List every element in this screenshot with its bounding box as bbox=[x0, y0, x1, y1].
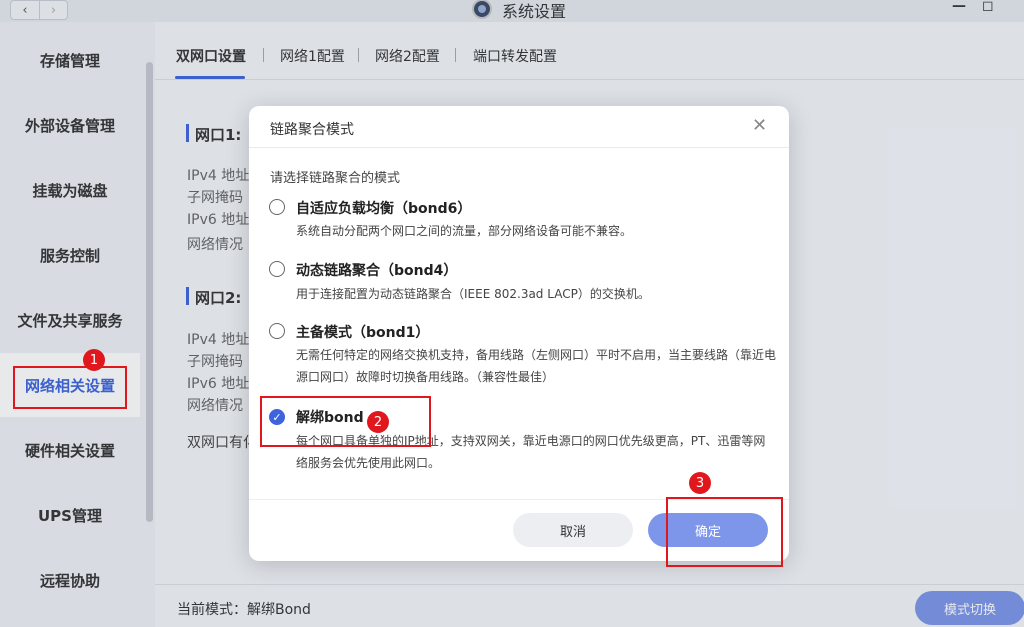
annotation-badge-1: 1 bbox=[83, 349, 105, 371]
close-icon[interactable]: ✕ bbox=[752, 115, 767, 136]
annotation-badge-3: 3 bbox=[689, 472, 711, 494]
link-aggregation-dialog: 链路聚合模式 ✕ 请选择链路聚合的模式 自适应负载均衡（bond6） 系统自动分… bbox=[249, 106, 789, 561]
option-desc-bond4: 用于连接配置为动态链路聚合（IEEE 802.3ad LACP）的交换机。 bbox=[296, 287, 650, 301]
cancel-button[interactable]: 取消 bbox=[513, 513, 633, 547]
annotation-badge-2: 2 bbox=[367, 411, 389, 433]
dialog-prompt: 请选择链路聚合的模式 bbox=[270, 171, 401, 186]
option-desc-bond6: 系统自动分配两个网口之间的流量，部分网络设备可能不兼容。 bbox=[296, 224, 633, 238]
annotation-box-unbond bbox=[260, 396, 431, 447]
option-title-bond4[interactable]: 动态链路聚合（bond4） bbox=[296, 260, 457, 280]
dialog-header: 链路聚合模式 ✕ bbox=[249, 106, 789, 148]
dialog-title: 链路聚合模式 bbox=[270, 122, 354, 138]
radio-bond4[interactable] bbox=[269, 261, 285, 277]
annotation-box-confirm bbox=[666, 497, 783, 567]
radio-bond1[interactable] bbox=[269, 323, 285, 339]
option-title-bond1[interactable]: 主备模式（bond1） bbox=[296, 322, 429, 342]
annotation-box-network-settings bbox=[13, 366, 127, 409]
option-desc-bond1: 无需任何特定的网络交换机支持，备用线路（左侧网口）平时不启用，当主要线路（靠近电… bbox=[296, 348, 777, 384]
radio-bond6[interactable] bbox=[269, 199, 285, 215]
option-title-bond6[interactable]: 自适应负载均衡（bond6） bbox=[296, 198, 471, 218]
